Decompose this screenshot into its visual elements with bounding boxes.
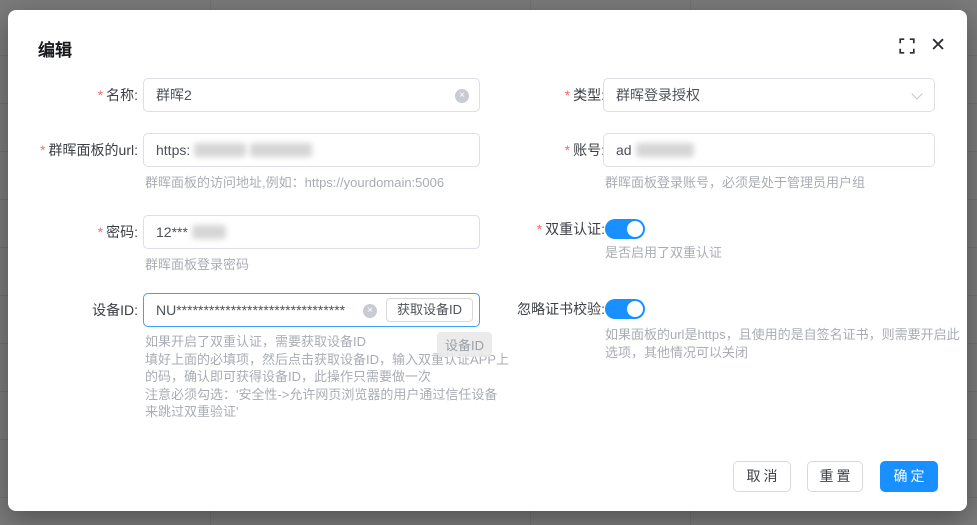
ignore-cert-label: 忽略证书校验: [436, 296, 605, 324]
toggle-knob [627, 301, 643, 317]
ignore-cert-toggle[interactable] [605, 299, 645, 319]
clear-icon[interactable]: × [363, 304, 377, 318]
device-id-tooltip: 设备ID [437, 332, 492, 357]
required-mark: * [40, 142, 45, 158]
required-mark: * [565, 142, 570, 158]
confirm-button[interactable]: 确定 [880, 461, 938, 492]
device-id-input[interactable]: NU******************************* × 获取设备… [143, 293, 480, 327]
two-factor-help: 是否启用了双重认证 [605, 244, 722, 262]
reset-button[interactable]: 重置 [807, 461, 863, 492]
type-select[interactable]: 群晖登录授权 [603, 78, 935, 112]
account-help: 群晖面板登录账号，必须是处于管理员用户组 [605, 174, 865, 192]
cancel-button[interactable]: 取消 [733, 461, 791, 492]
fullscreen-icon[interactable] [898, 37, 916, 55]
url-help: 群晖面板的访问地址,例如：https://yourdomain:5006 [145, 174, 444, 192]
close-icon[interactable]: ✕ [930, 37, 946, 55]
dialog-window-controls: ✕ [898, 37, 946, 55]
password-label: *密码: [8, 215, 138, 249]
form-row-4: 设备ID: NU******************************* … [8, 293, 967, 423]
account-label: *账号: [436, 133, 605, 167]
redacted-text [194, 143, 246, 157]
url-label: *群晖面板的url: [8, 133, 138, 167]
required-mark: * [98, 224, 103, 240]
chevron-down-icon [911, 88, 922, 99]
redacted-text [636, 143, 694, 157]
form-row-2: *群晖面板的url: https: 群晖面板的访问地址,例如：https://y… [8, 133, 967, 213]
type-label: *类型: [436, 78, 605, 112]
password-help: 群晖面板登录密码 [145, 256, 249, 274]
required-mark: * [565, 87, 570, 103]
account-input[interactable]: ad [603, 133, 935, 167]
dialog-title: 编辑 [38, 36, 72, 61]
name-label: *名称: [8, 78, 138, 112]
two-factor-label: *双重认证: [436, 216, 605, 244]
required-mark: * [537, 221, 542, 237]
device-id-label: 设备ID: [8, 293, 138, 327]
redacted-text [192, 225, 226, 239]
edit-dialog: 编辑 ✕ *名称: 群晖2 × *类型: 群晖登录授权 *群晖面板的url: h… [8, 10, 967, 511]
ignore-cert-help: 如果面板的url是https，且使用的是自签名证书，则需要开启此 选项，其他情况… [605, 326, 960, 361]
required-mark: * [98, 87, 103, 103]
two-factor-toggle[interactable] [605, 219, 645, 239]
redacted-text [250, 143, 312, 157]
name-input[interactable]: 群晖2 × [143, 78, 480, 112]
form-row-3: *密码: 12*** 群晖面板登录密码 *双重认证: 是否启用了双重认证 [8, 215, 967, 285]
toggle-knob [627, 221, 643, 237]
url-input[interactable]: https: [143, 133, 480, 167]
password-input[interactable]: 12*** [143, 215, 480, 249]
form-row-1: *名称: 群晖2 × *类型: 群晖登录授权 [8, 78, 967, 112]
page-root: { "dialog": { "title": "编辑", "icons": { … [0, 0, 977, 525]
